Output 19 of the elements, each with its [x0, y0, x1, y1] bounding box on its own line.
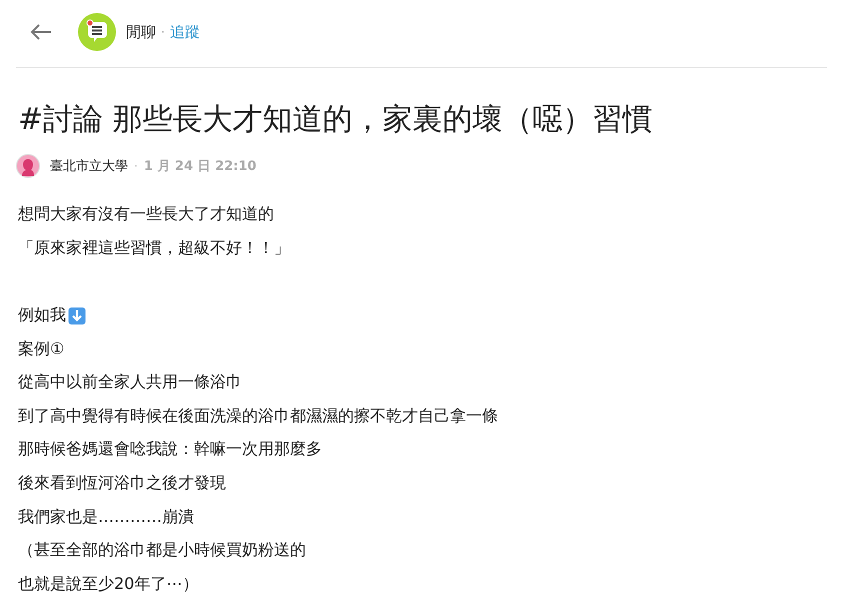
- post-text-line: 那時候爸媽還會唸我說：幹嘛一次用那麼多: [18, 439, 322, 460]
- post-text-line: 案例①: [18, 338, 64, 360]
- post-text-line: （甚至全部的浴巾都是小時候買奶粉送的: [18, 540, 306, 562]
- avatar-icon[interactable]: [16, 154, 40, 178]
- post-text-line: 「原來家裡這些習慣，超級不好！！」: [18, 238, 290, 259]
- post-text-line: 也就是說至少20年了⋯）: [18, 574, 198, 595]
- forum-name[interactable]: 閒聊: [126, 22, 156, 42]
- post-text-line: 從高中以前全家人共用一條浴巾: [18, 372, 242, 394]
- post-text-line: 到了高中覺得有時候在後面洗澡的浴巾都濕濕的擦不乾才自己拿一條: [18, 406, 498, 427]
- post-text-line: 想問大家有沒有一些長大了才知道的: [18, 204, 274, 226]
- author-name[interactable]: 臺北市立大學: [50, 157, 128, 175]
- post-date: 1 月 24 日 22:10: [144, 158, 256, 175]
- post-text-line: 例如我: [18, 305, 66, 326]
- separator-dot: ·: [134, 159, 138, 173]
- post-title: #討論 那些長大才知道的，家裏的壞（噁）習慣: [18, 101, 654, 139]
- separator-dot: ·: [161, 25, 165, 39]
- post-text-line: 我們家也是…………崩潰: [18, 506, 194, 528]
- post-text-line: 後來看到恆河浴巾之後才發現: [18, 473, 226, 494]
- back-icon[interactable]: [30, 24, 52, 40]
